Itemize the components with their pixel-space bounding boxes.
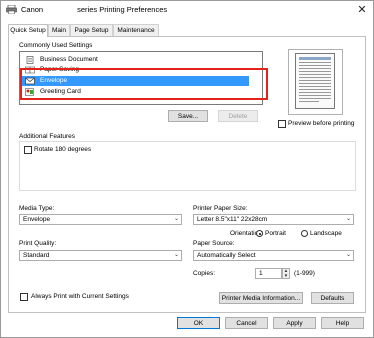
document-icon (26, 56, 34, 64)
always-print-checkbox[interactable] (20, 293, 28, 301)
printer-icon (6, 5, 17, 14)
media-type-value: Envelope (23, 216, 51, 223)
chevron-down-icon: ⌄ (173, 252, 179, 258)
help-button[interactable]: Help (321, 317, 364, 329)
chevron-down-icon: ⌄ (173, 216, 179, 222)
copies-stepper[interactable]: ▲ ▼ (282, 268, 290, 279)
print-quality-value: Standard (23, 252, 50, 259)
tab-page-setup[interactable]: Page Setup (70, 24, 113, 36)
preview-page (295, 53, 335, 109)
preview-before-printing-checkbox[interactable] (278, 120, 286, 128)
cancel-button[interactable]: Cancel (225, 317, 268, 329)
tab-quick-setup[interactable]: Quick Setup (8, 24, 48, 37)
tab-main[interactable]: Main (48, 24, 70, 36)
printer-paper-size-label: Printer Paper Size: (193, 205, 248, 212)
copies-range: (1-999) (294, 270, 315, 277)
media-type-select[interactable]: Envelope ⌄ (19, 214, 182, 225)
printer-paper-size-value: Letter 8.5"x11" 22x28cm (197, 216, 268, 223)
list-item-business-document[interactable]: Business Document (21, 55, 249, 65)
highlight-frame (20, 68, 268, 100)
paper-source-select[interactable]: Automatically Select ⌄ (193, 250, 354, 261)
rotate-180-checkbox[interactable] (24, 146, 32, 154)
commonly-used-label: Commonly Used Settings (19, 42, 93, 49)
save-button[interactable]: Save... (168, 110, 208, 122)
media-type-label: Media Type: (19, 205, 55, 212)
ok-button[interactable]: OK (177, 317, 220, 329)
copies-input[interactable]: 1 (255, 268, 282, 279)
tab-maintenance[interactable]: Maintenance (113, 24, 159, 36)
chevron-down-icon: ⌄ (345, 216, 351, 222)
window-title: Canon series Printing Preferences (21, 4, 167, 16)
orientation-landscape-radio[interactable] (301, 230, 308, 237)
window-title-prefix: Canon (21, 5, 44, 14)
rotate-180-label: Rotate 180 degrees (34, 146, 92, 153)
orientation-portrait-radio[interactable] (256, 230, 263, 237)
orientation-landscape-label: Landscape (310, 230, 342, 237)
window-title-suffix: series Printing Preferences (77, 5, 168, 14)
print-quality-label: Print Quality: (19, 240, 57, 247)
print-quality-select[interactable]: Standard ⌄ (19, 250, 182, 261)
apply-button[interactable]: Apply (273, 317, 316, 329)
paper-source-label: Paper Source: (193, 240, 235, 247)
preview-content (299, 57, 331, 102)
additional-features-label: Additional Features (19, 133, 76, 140)
defaults-button[interactable]: Defaults (311, 292, 354, 304)
copies-label: Copies: (193, 270, 216, 277)
close-icon[interactable]: ✕ (355, 3, 369, 17)
title-bar: Canon series Printing Preferences ✕ (1, 1, 373, 19)
always-print-label: Always Print with Current Settings (31, 293, 129, 300)
preview-before-printing-label: Preview before printing (288, 120, 355, 127)
orientation-portrait-label: Portrait (265, 230, 286, 237)
delete-button[interactable]: Delete (218, 110, 258, 122)
chevron-down-icon: ⌄ (345, 252, 351, 258)
paper-source-value: Automatically Select (197, 252, 256, 259)
list-item-label: Business Document (40, 56, 98, 63)
printer-media-information-button[interactable]: Printer Media Information... (219, 292, 303, 304)
printer-paper-size-select[interactable]: Letter 8.5"x11" 22x28cm ⌄ (193, 214, 354, 225)
print-preview (288, 49, 343, 115)
